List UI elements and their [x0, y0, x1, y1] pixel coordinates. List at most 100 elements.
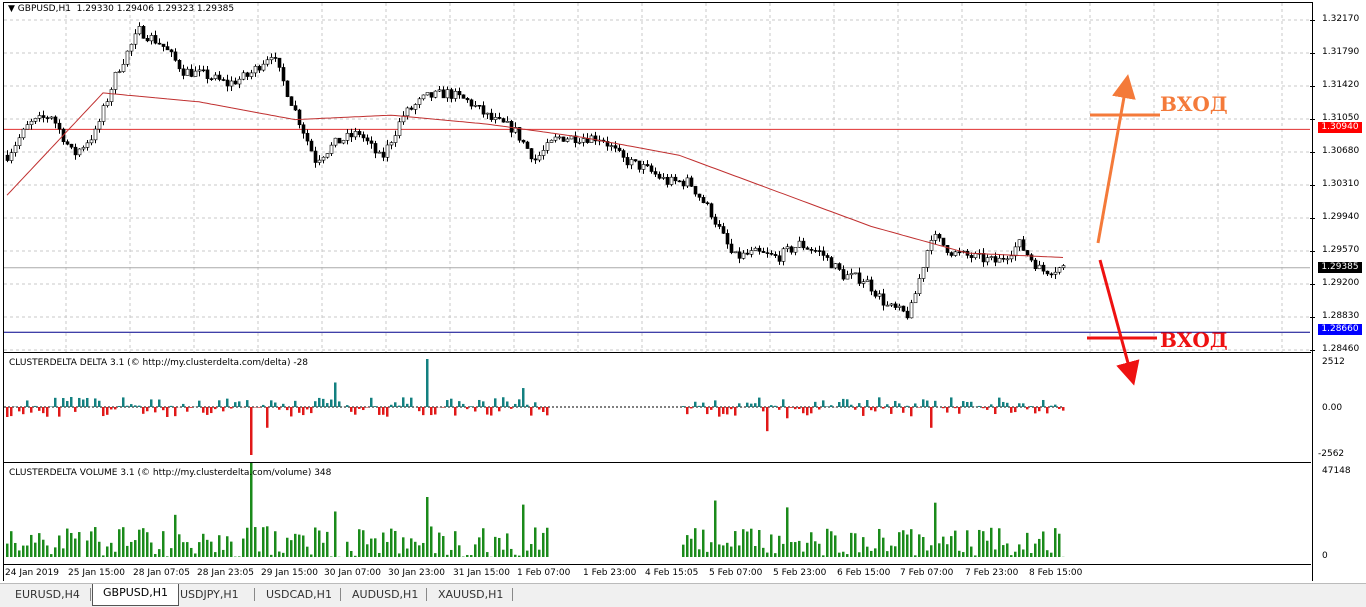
- delta-bar: [346, 405, 349, 407]
- volume-bar: [6, 544, 9, 557]
- volume-bar: [390, 529, 393, 557]
- tab-usdjpy-h1[interactable]: USDJPY,H1: [170, 586, 249, 604]
- delta-bar: [454, 407, 457, 416]
- delta-bar: [298, 407, 301, 413]
- time-tick: 7 Feb 07:00: [900, 568, 953, 578]
- volume-bar: [326, 532, 329, 557]
- volume-bar: [786, 507, 789, 557]
- delta-bar: [698, 406, 701, 407]
- delta-bar: [990, 404, 993, 407]
- volume-bar: [98, 542, 101, 557]
- volume-bar: [450, 550, 453, 557]
- delta-bar: [542, 407, 545, 412]
- volume-bar: [1018, 544, 1021, 557]
- delta-bar: [474, 407, 477, 412]
- volume-bar: [878, 529, 881, 557]
- delta-bar: [518, 399, 521, 407]
- volume-bar: [386, 542, 389, 557]
- time-tick: 7 Feb 23:00: [965, 568, 1018, 578]
- delta-bar: [874, 407, 877, 411]
- volume-bar: [1014, 552, 1017, 557]
- volume-bar: [158, 549, 161, 557]
- volume-bar: [950, 536, 953, 557]
- volume-indicator: [4, 463, 1310, 564]
- time-tick: 28 Jan 23:05: [197, 568, 254, 578]
- delta-bar: [174, 407, 177, 416]
- volume-bar: [858, 552, 861, 557]
- volume-bar: [266, 526, 269, 557]
- tab-gbpusd-h1[interactable]: GBPUSD,H1: [92, 584, 179, 606]
- delta-bar: [66, 401, 69, 407]
- volume-bar: [822, 555, 825, 557]
- volume-bar: [546, 528, 549, 557]
- volume-bar: [1046, 550, 1049, 557]
- delta-bar: [914, 403, 917, 407]
- delta-bar: [838, 402, 841, 407]
- delta-bar: [1002, 402, 1005, 407]
- delta-bar: [794, 407, 797, 409]
- volume-bar: [986, 541, 989, 557]
- delta-bar: [782, 399, 785, 407]
- time-tick: 1 Feb 07:00: [517, 568, 570, 578]
- tab-audusd-h1[interactable]: AUDUSD,H1: [342, 586, 428, 604]
- volume-bar: [910, 529, 913, 557]
- up-arrow: [1098, 86, 1126, 243]
- volume-bar: [874, 548, 877, 557]
- delta-bar: [994, 407, 997, 414]
- volume-bar: [186, 542, 189, 557]
- delta-bar: [326, 403, 329, 407]
- volume-bar: [14, 543, 17, 557]
- delta-bar: [1026, 407, 1029, 409]
- delta-bar: [338, 401, 341, 407]
- delta-bar: [446, 400, 449, 407]
- volume-bar: [142, 528, 145, 557]
- delta-bar: [110, 407, 113, 409]
- volume-bar: [26, 546, 29, 557]
- volume-bar: [514, 555, 517, 557]
- delta-bar: [1022, 403, 1025, 407]
- delta-bar: [982, 407, 985, 408]
- volume-bar: [990, 528, 993, 557]
- volume-bar: [902, 530, 905, 557]
- volume-bar: [954, 531, 957, 557]
- volume-bar: [962, 552, 965, 557]
- volume-bar: [742, 529, 745, 557]
- delta-bar: [394, 402, 397, 407]
- tab-usdcad-h1[interactable]: USDCAD,H1: [256, 586, 342, 604]
- volume-bar: [506, 533, 509, 557]
- time-tick: 1 Feb 23:00: [583, 568, 636, 578]
- volume-bar: [190, 548, 193, 557]
- tab-xauusd-h1[interactable]: XAUUSD,H1: [428, 586, 513, 604]
- volume-bar: [1030, 553, 1033, 557]
- delta-bar: [778, 407, 781, 410]
- volume-bar: [834, 535, 837, 557]
- delta-bar: [1062, 407, 1065, 411]
- delta-bar: [862, 407, 865, 416]
- delta-bar: [1054, 405, 1057, 407]
- volume-bar: [470, 555, 473, 557]
- delta-bar: [26, 400, 29, 407]
- delta-bar: [934, 401, 937, 407]
- volume-bar: [210, 542, 213, 557]
- volume-bar: [274, 531, 277, 557]
- delta-bar: [786, 407, 789, 418]
- volume-bar: [58, 535, 61, 557]
- time-tick: 8 Feb 15:00: [1029, 568, 1082, 578]
- tab-eurusd-h4[interactable]: EURUSD,H4: [5, 586, 90, 604]
- delta-bar: [714, 400, 717, 407]
- delta-bar: [126, 406, 129, 407]
- delta-bar: [790, 407, 793, 408]
- volume-bar: [30, 535, 33, 557]
- volume-bar: [346, 542, 349, 557]
- volume-bar: [102, 555, 105, 557]
- delta-bar: [286, 407, 289, 410]
- delta-bar: [730, 407, 733, 409]
- volume-bar: [46, 545, 49, 557]
- delta-bar: [770, 405, 773, 407]
- volume-title: CLUSTERDELTA VOLUME 3.1 (© http://my.clu…: [9, 468, 331, 478]
- delta-bar: [130, 404, 133, 407]
- delta-bar: [482, 401, 485, 407]
- delta-bar: [798, 407, 801, 409]
- delta-bar: [294, 401, 297, 407]
- delta-bar: [210, 407, 213, 413]
